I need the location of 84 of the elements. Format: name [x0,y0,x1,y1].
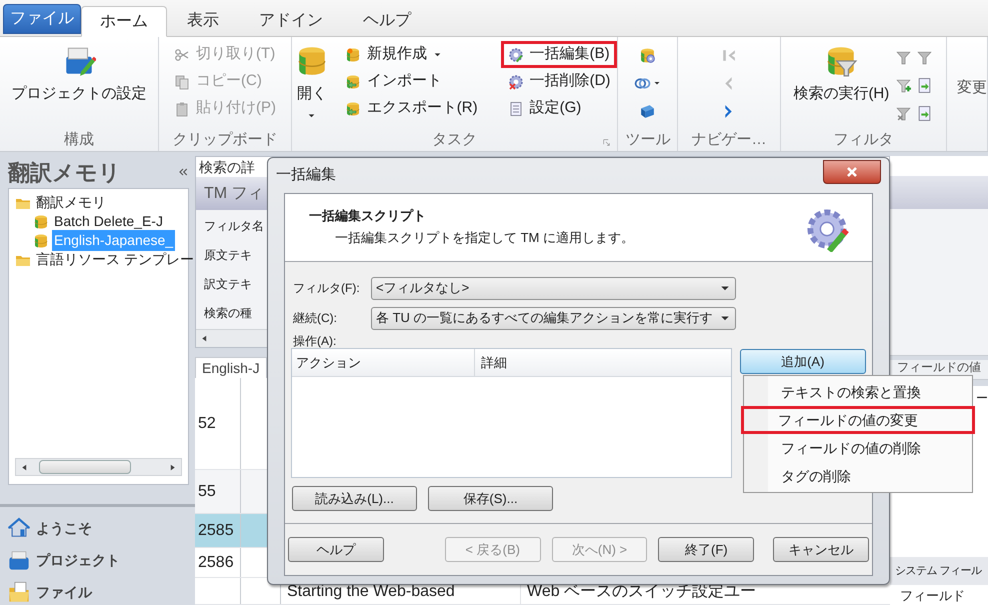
dialog-heading: 一括編集スクリプト [309,207,426,225]
gear-pencil-icon [508,46,524,62]
field-label: 検索の種 [204,305,252,322]
field-label: 継続(C): [293,310,338,327]
tree-item[interactable]: 言語リソース テンプレー [34,249,196,270]
menu-item[interactable]: テキストの検索と置換 [744,378,972,406]
ribbon-button[interactable]: 開く [292,39,332,120]
database-icon [33,214,49,230]
ribbon-button[interactable]: 検索の実行(H) [793,39,890,106]
dropdown[interactable]: <フィルタなし> [371,276,736,300]
arrow-left-icon[interactable] [20,462,29,472]
clipboard-icon [174,100,190,116]
database-icon [33,232,49,248]
ribbon-button[interactable]: 新規作成 [338,41,485,68]
ribbon-button[interactable]: インポート [338,68,485,95]
scissors-icon [174,46,190,62]
menu-item[interactable]: フィールドの値の変更 [741,406,975,434]
column-header: フィールドの値 [897,360,981,375]
row-number: 52 [198,414,216,434]
field-label: フィルタ(F): [293,280,361,297]
ribbon-button[interactable]: 一括編集(B) [500,41,618,68]
nav-item[interactable]: プロジェクト [8,547,120,573]
folder-document-icon [8,581,30,603]
ribbon-tab[interactable]: ヘルプ [343,6,431,36]
tree-item[interactable]: 翻訳メモリ [34,192,108,213]
dropdown[interactable]: 各 TU の一覧にあるすべての編集アクションを常に実行す [371,306,736,330]
database-star-icon [344,46,361,62]
group-label: フィルタ [833,130,894,150]
row-number: 2586 [198,552,234,572]
dialog-button[interactable]: ヘルプ [288,537,384,562]
field-label: フィルタ名 [204,218,264,235]
nav-item[interactable]: ファイル [8,579,92,605]
gear-cross-icon [508,74,524,90]
document-tab[interactable]: English-J [195,357,267,378]
save-button[interactable]: 保存(S)... [428,486,553,511]
ribbon-tab[interactable]: アドイン [239,6,343,36]
group-label: ツール [625,130,670,150]
column-header: アクション [292,349,475,376]
ribbon-button[interactable]: エクスポート(R) [338,95,485,122]
field-label: 操作(A): [293,333,336,348]
panel-title: 翻訳メモリ [8,158,121,186]
column-header: 詳細 [480,354,508,372]
load-button[interactable]: 読み込み(L)... [292,486,417,511]
list-document-icon [508,100,524,116]
panel-title: 検索の詳 [199,158,255,176]
database-arrow-icon [344,100,361,116]
scrollbar[interactable] [15,458,182,476]
action-list[interactable]: アクション 詳細 [291,348,732,478]
dialog-button[interactable]: キャンセル [773,537,869,562]
row-number: 55 [198,482,216,502]
dialog-launcher-icon[interactable] [602,138,612,147]
database-gear-icon [639,46,656,64]
tree-item[interactable]: Batch Delete_E-J [52,211,165,232]
ribbon-button[interactable]: 一括削除(D) [500,68,618,95]
table-cell-text: フィールド [900,586,965,604]
ribbon-button[interactable]: 設定(G) [500,95,618,122]
dialog-button[interactable]: 終了(F) [658,537,754,562]
group-label: クリップボード [172,130,278,150]
row-number: 2585 [198,520,234,540]
section-header: システム フィール [890,557,988,585]
group-label: ナビゲー… [691,130,766,150]
nav-item[interactable]: ようこそ [8,515,92,541]
ribbon-tab[interactable]: ファイル [3,4,81,34]
house-icon [8,517,30,539]
ribbon-tab[interactable]: 表示 [167,6,239,36]
ribbon-button[interactable]: プロジェクトの設定 [12,39,147,106]
ribbon-button[interactable]: 変更 [957,77,987,100]
field-label: 原文テキ [204,247,252,264]
add-button[interactable]: 追加(A) [740,349,866,374]
database-arrow-icon [344,74,361,90]
field-label: 訳文テキ [204,276,252,293]
copy-icon [174,74,190,90]
menu-item[interactable]: タグの削除 [744,462,972,490]
double-chevron-left-icon[interactable] [177,166,189,178]
menu-item[interactable]: フィールドの値の削除 [744,434,972,462]
dialog-description: 一括編集スクリプトを指定して TM に適用します。 [335,228,634,246]
close-button[interactable] [823,160,881,184]
table-cell-text: ー [976,390,988,407]
arrow-right-icon[interactable] [168,462,177,472]
ribbon-tab[interactable]: ホーム [81,6,167,37]
group-label: タスク [432,130,478,150]
arrow-left-icon[interactable] [200,334,209,343]
group-label: 構成 [64,130,94,150]
box-icon [8,549,30,571]
